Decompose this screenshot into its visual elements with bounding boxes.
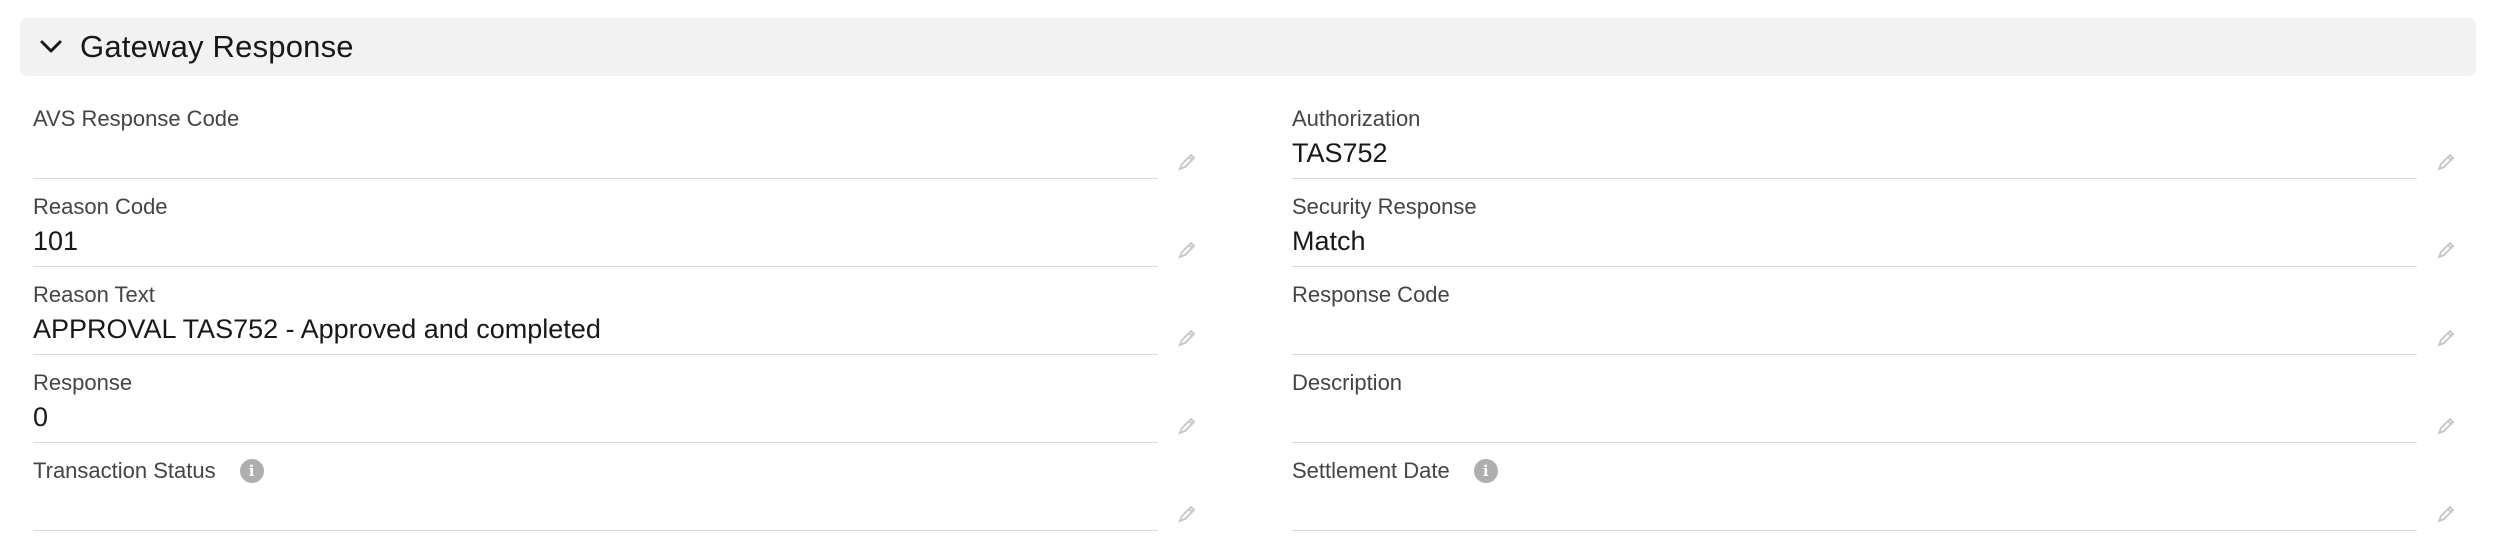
pencil-edit-icon[interactable] [1173, 500, 1201, 528]
field-avs-response-code: AVS Response Code [33, 90, 1213, 179]
field-reason-code: Reason Code 101 [33, 178, 1213, 267]
pencil-edit-icon[interactable] [1173, 412, 1201, 440]
field-label: Description [1292, 370, 1403, 395]
field-value: TAS752 [1292, 138, 1388, 168]
field-divider [33, 530, 1158, 531]
field-label: Transaction Status [33, 458, 216, 483]
section-title: Gateway Response [80, 29, 354, 64]
field-settlement-date: Settlement Date i [1292, 442, 2472, 531]
field-label: Reason Text [33, 282, 155, 307]
field-label: Reason Code [33, 194, 168, 219]
field-transaction-status: Transaction Status i [33, 442, 1213, 531]
chevron-down-icon[interactable] [36, 32, 66, 62]
field-label: Response [33, 370, 133, 395]
field-label: Security Response [1292, 194, 1477, 219]
pencil-edit-icon[interactable] [2432, 148, 2460, 176]
field-value: 101 [33, 226, 79, 256]
pencil-edit-icon[interactable] [2432, 324, 2460, 352]
left-field-column: AVS Response Code Reason Code 101 Reason… [33, 90, 1213, 531]
pencil-edit-icon[interactable] [1173, 324, 1201, 352]
field-response: Response 0 [33, 354, 1213, 443]
pencil-edit-icon[interactable] [1173, 236, 1201, 264]
pencil-edit-icon[interactable] [2432, 412, 2460, 440]
field-label: Authorization [1292, 106, 1421, 131]
field-authorization: Authorization TAS752 [1292, 90, 2472, 179]
field-label: Response Code [1292, 282, 1450, 307]
field-label: AVS Response Code [33, 106, 240, 131]
fields-grid: AVS Response Code Reason Code 101 Reason… [0, 90, 2500, 550]
gateway-response-section-header[interactable]: Gateway Response [20, 18, 2476, 76]
right-field-column: Authorization TAS752 Security Response M… [1292, 90, 2472, 531]
field-value: APPROVAL TAS752 - Approved and completed [33, 314, 601, 344]
field-label: Settlement Date [1292, 458, 1450, 483]
field-divider [1292, 530, 2417, 531]
field-value: 0 [33, 402, 49, 432]
info-icon[interactable]: i [239, 459, 264, 483]
field-value: Match [1292, 226, 1366, 256]
info-icon[interactable]: i [1473, 459, 1498, 483]
record-detail-page: Gateway Response AVS Response Code Reaso… [0, 0, 2500, 550]
pencil-edit-icon[interactable] [1173, 148, 1201, 176]
field-response-code: Response Code [1292, 266, 2472, 355]
pencil-edit-icon[interactable] [2432, 236, 2460, 264]
field-security-response: Security Response Match [1292, 178, 2472, 267]
pencil-edit-icon[interactable] [2432, 500, 2460, 528]
field-reason-text: Reason Text APPROVAL TAS752 - Approved a… [33, 266, 1213, 355]
field-description: Description [1292, 354, 2472, 443]
